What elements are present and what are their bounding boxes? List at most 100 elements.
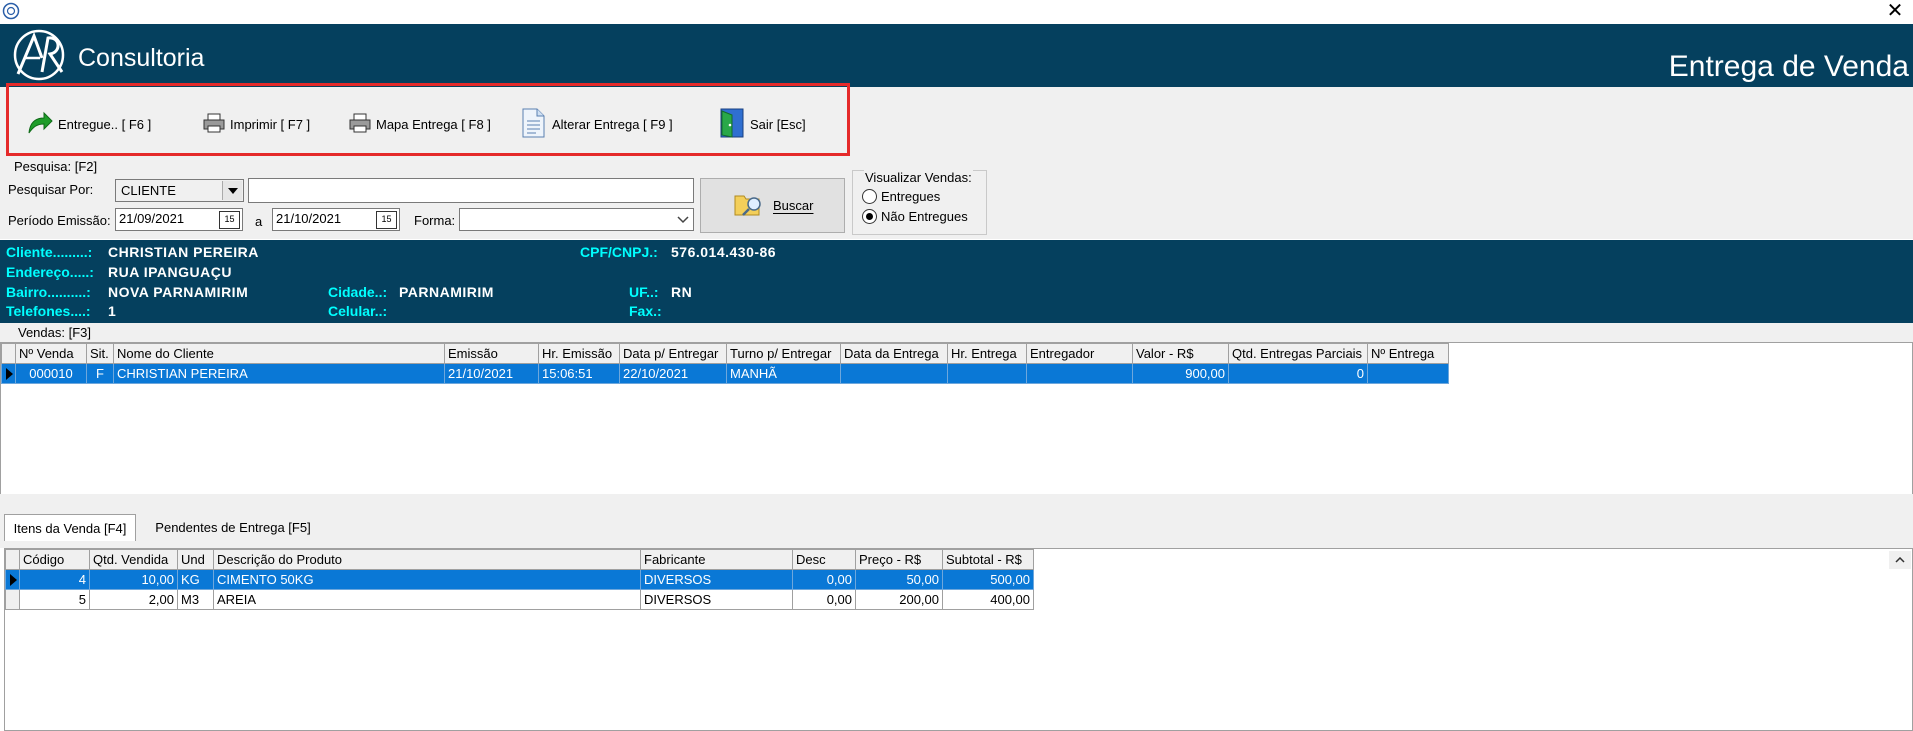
radio-entregues-label: Entregues xyxy=(881,189,941,204)
date-to-input[interactable]: 21/10/2021 15 xyxy=(272,208,400,231)
table-cell[interactable]: MANHÃ xyxy=(726,363,841,384)
column-header[interactable]: Código xyxy=(19,549,90,570)
table-cell[interactable] xyxy=(1026,363,1133,384)
pesquisar-por-select[interactable]: CLIENTE xyxy=(115,179,244,202)
table-cell[interactable]: 0 xyxy=(1228,363,1368,384)
column-header[interactable]: Hr. Emissão xyxy=(538,343,620,364)
sair-label: Sair [Esc] xyxy=(750,116,806,132)
close-window-icon[interactable]: ✕ xyxy=(1880,0,1910,22)
column-header[interactable]: Data da Entrega xyxy=(840,343,948,364)
table-cell[interactable] xyxy=(1367,363,1449,384)
entregue-button[interactable]: Entregue.. [ F6 ] xyxy=(26,104,151,144)
alterar-entrega-button[interactable]: Alterar Entrega [ F9 ] xyxy=(520,104,673,144)
mapa-entrega-button[interactable]: Mapa Entrega [ F8 ] xyxy=(348,104,491,144)
itens-grid-wrap: Código Qtd. Vendida Und Descrição do Pro… xyxy=(5,549,1034,610)
table-cell[interactable]: 22/10/2021 xyxy=(619,363,727,384)
table-cell[interactable]: 900,00 xyxy=(1132,363,1229,384)
table-cell[interactable]: CHRISTIAN PEREIRA xyxy=(113,363,445,384)
scroll-up-icon[interactable] xyxy=(1889,551,1911,569)
table-cell[interactable]: 0,00 xyxy=(792,569,856,590)
column-header[interactable]: Data p/ Entregar xyxy=(619,343,727,364)
sair-button[interactable]: Sair [Esc] xyxy=(718,104,806,144)
table-cell[interactable]: 4 xyxy=(19,569,90,590)
radio-entregues-circle[interactable] xyxy=(862,189,877,204)
column-header[interactable]: Turno p/ Entregar xyxy=(726,343,841,364)
company-logo xyxy=(12,28,70,82)
telefones-value: 1 xyxy=(108,303,117,319)
table-cell[interactable]: 10,00 xyxy=(89,569,178,590)
table-row[interactable]: 5 2,00 M3 AREIA DIVERSOS 0,00 200,00 400… xyxy=(5,589,1034,610)
endereco-label: Endereço.....: xyxy=(6,264,94,280)
calendar-icon[interactable]: 15 xyxy=(376,211,397,229)
date-from-input[interactable]: 21/09/2021 15 xyxy=(115,208,243,231)
chevron-down-icon[interactable] xyxy=(673,210,692,229)
column-header[interactable]: Entregador xyxy=(1026,343,1133,364)
mapa-entrega-label: Mapa Entrega [ F8 ] xyxy=(376,116,491,132)
table-row[interactable]: 000010 F CHRISTIAN PEREIRA 21/10/2021 15… xyxy=(1,363,1449,384)
column-header[interactable]: Fabricante xyxy=(640,549,793,570)
date-range-separator: a xyxy=(255,214,263,229)
column-header[interactable]: Nome do Cliente xyxy=(113,343,445,364)
chevron-down-icon[interactable] xyxy=(222,181,242,200)
column-header[interactable]: Preço - R$ xyxy=(855,549,943,570)
column-header[interactable]: Subtotal - R$ xyxy=(942,549,1034,570)
table-cell[interactable] xyxy=(947,363,1027,384)
forma-label: Forma: xyxy=(414,213,456,228)
table-cell[interactable]: 200,00 xyxy=(855,589,943,610)
table-cell[interactable]: DIVERSOS xyxy=(640,589,793,610)
radio-nao-entregues-circle[interactable] xyxy=(862,209,877,224)
printer-icon xyxy=(202,112,226,137)
column-header[interactable]: Nº Entrega xyxy=(1367,343,1449,364)
table-cell[interactable]: 21/10/2021 xyxy=(444,363,539,384)
itens-header-row: Código Qtd. Vendida Und Descrição do Pro… xyxy=(5,549,1034,570)
splitter[interactable] xyxy=(0,494,1913,512)
table-cell[interactable]: 000010 xyxy=(15,363,87,384)
uf-label: UF..: xyxy=(629,284,659,300)
radio-entregues[interactable]: Entregues xyxy=(862,189,940,204)
table-cell[interactable]: F xyxy=(86,363,114,384)
column-header[interactable]: Emissão xyxy=(444,343,539,364)
search-input[interactable] xyxy=(248,178,694,203)
table-cell[interactable]: CIMENTO 50KG xyxy=(213,569,641,590)
table-row[interactable]: 4 10,00 KG CIMENTO 50KG DIVERSOS 0,00 50… xyxy=(5,569,1034,590)
buscar-button[interactable]: Buscar xyxy=(700,178,845,233)
column-header[interactable]: Descrição do Produto xyxy=(213,549,641,570)
column-header[interactable]: Qtd. Vendida xyxy=(89,549,178,570)
forma-select[interactable] xyxy=(459,208,694,231)
bairro-value: NOVA PARNAMIRIM xyxy=(108,284,249,300)
table-cell[interactable]: DIVERSOS xyxy=(640,569,793,590)
table-cell[interactable]: 0,00 xyxy=(792,589,856,610)
search-folder-icon xyxy=(733,190,765,221)
fax-label: Fax.: xyxy=(629,303,662,319)
row-indicator-header xyxy=(1,343,16,364)
table-cell[interactable]: 15:06:51 xyxy=(538,363,620,384)
tab-pendentes-de-entrega[interactable]: Pendentes de Entrega [F5] xyxy=(142,514,324,540)
table-cell[interactable]: KG xyxy=(177,569,214,590)
alterar-entrega-label: Alterar Entrega [ F9 ] xyxy=(552,116,673,132)
cpf-value: 576.014.430-86 xyxy=(671,244,777,260)
table-cell[interactable]: 5 xyxy=(19,589,90,610)
column-header[interactable]: Und xyxy=(177,549,214,570)
column-header[interactable]: Sit. xyxy=(86,343,114,364)
table-cell[interactable]: 400,00 xyxy=(942,589,1034,610)
bairro-label: Bairro..........: xyxy=(6,284,91,300)
table-cell[interactable]: 2,00 xyxy=(89,589,178,610)
tab-itens-da-venda[interactable]: Itens da Venda [F4] xyxy=(4,514,136,541)
column-header[interactable]: Hr. Entrega xyxy=(947,343,1027,364)
calendar-icon[interactable]: 15 xyxy=(219,211,240,229)
page-title: Entrega de Venda xyxy=(1668,50,1909,83)
date-to-value: 21/10/2021 xyxy=(276,211,342,226)
window-titlebar xyxy=(0,0,1913,24)
imprimir-button[interactable]: Imprimir [ F7 ] xyxy=(202,104,310,144)
table-cell[interactable]: M3 xyxy=(177,589,214,610)
date-from-value: 21/09/2021 xyxy=(119,211,185,226)
table-cell[interactable] xyxy=(840,363,948,384)
column-header[interactable]: Desc xyxy=(792,549,856,570)
table-cell[interactable]: AREIA xyxy=(213,589,641,610)
radio-nao-entregues[interactable]: Não Entregues xyxy=(862,209,968,224)
column-header[interactable]: Nº Venda xyxy=(15,343,87,364)
table-cell[interactable]: 500,00 xyxy=(942,569,1034,590)
column-header[interactable]: Qtd. Entregas Parciais xyxy=(1228,343,1368,364)
table-cell[interactable]: 50,00 xyxy=(855,569,943,590)
column-header[interactable]: Valor - R$ xyxy=(1132,343,1229,364)
